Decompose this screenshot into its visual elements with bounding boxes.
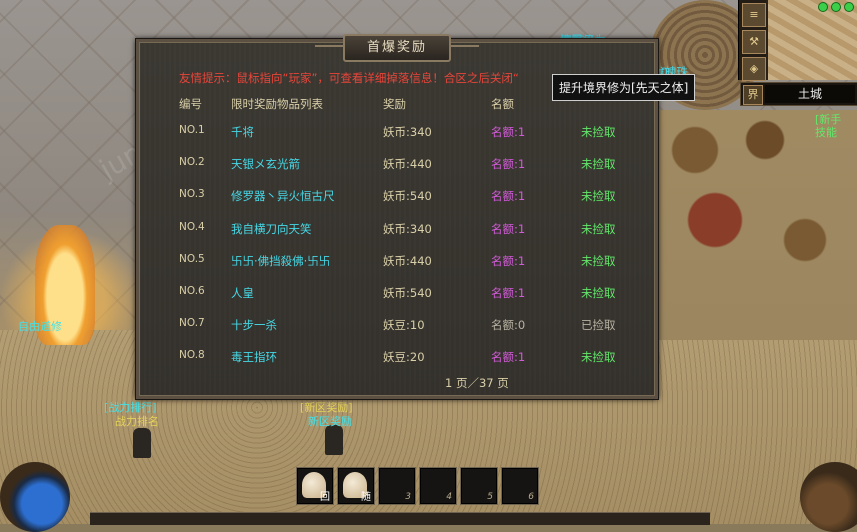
- row-no: NO.2: [179, 156, 205, 169]
- hotbar-slot-number: 5: [487, 492, 493, 502]
- table-row[interactable]: NO.3 修罗器丶异火恒古尺 妖币:540 名额:1 未捡取: [139, 188, 655, 220]
- npc-label-left[interactable]: 自由道修: [18, 320, 62, 333]
- table-row[interactable]: NO.2 天银メ玄光箭 妖币:440 名额:1 未捡取: [139, 156, 655, 188]
- hotbar-slot[interactable]: 回: [296, 467, 334, 505]
- table-row[interactable]: NO.1 千将 妖币:340 名额:1 未捡取: [139, 124, 655, 156]
- row-quota: 名额:1: [491, 285, 526, 300]
- row-quota: 名额:1: [491, 125, 526, 139]
- row-status: 未捡取: [581, 350, 616, 365]
- row-quota: 名额:1: [491, 221, 526, 236]
- hotbar-slot[interactable]: 4: [419, 467, 457, 505]
- row-status: 未捡取: [581, 221, 616, 236]
- world-map-button[interactable]: 界: [743, 85, 763, 105]
- row-quota: 名额:0: [491, 318, 526, 333]
- hotbar-slot-number: 3: [405, 492, 411, 502]
- pickaxe-icon[interactable]: ⚒: [742, 30, 766, 54]
- market-stalls: [655, 110, 857, 340]
- hotbar-slot-label: 随: [361, 492, 371, 503]
- row-reward: 妖币:340: [383, 125, 432, 139]
- row-status: 已捡取: [581, 318, 616, 333]
- newzone-npc-title[interactable]: [新区奖励]: [300, 401, 353, 414]
- rank-npc-title[interactable]: [战力排行]: [104, 401, 157, 414]
- page-indicator: 1 页／37 页: [445, 376, 509, 390]
- skill-hotbar: 回 随 3 4 5 6: [296, 467, 539, 505]
- row-no: NO.5: [179, 252, 205, 265]
- table-row[interactable]: NO.5 卐卐·佛挡殺佛·卐卐 妖币:440 名额:1 未捡取: [139, 253, 655, 285]
- row-status: 未捡取: [581, 189, 616, 204]
- row-quota: 名额:1: [491, 157, 526, 172]
- hotbar-slot-number: 4: [446, 492, 452, 502]
- row-status: 未捡取: [581, 157, 616, 172]
- row-reward: 妖币:340: [383, 221, 432, 236]
- row-status: 未捡取: [581, 285, 616, 300]
- row-item-name[interactable]: 修罗器丶异火恒古尺: [231, 188, 335, 204]
- row-quota: 名额:1: [491, 253, 526, 268]
- row-no: NO.6: [179, 284, 205, 297]
- bottom-bar: [90, 512, 710, 525]
- right-npc-line2[interactable]: 技能: [815, 126, 841, 139]
- hotbar-slot[interactable]: 6: [501, 467, 539, 505]
- hotbar-slot-number: 6: [528, 492, 534, 502]
- rank-npc-sub[interactable]: 战力排名: [115, 415, 159, 428]
- right-npc-label[interactable]: [新手 技能: [815, 113, 841, 139]
- hotbar-slot[interactable]: 随: [337, 467, 375, 505]
- row-reward: 妖币:440: [383, 157, 432, 172]
- header-quota: 名额: [491, 97, 514, 111]
- hotbar-slot-label: 回: [320, 492, 330, 503]
- row-item-name[interactable]: 十步一杀: [231, 317, 277, 333]
- minimap[interactable]: [766, 0, 857, 80]
- table-row[interactable]: NO.6 人皇 妖币:540 名额:1 未捡取: [139, 285, 655, 317]
- hotbar-slot[interactable]: 3: [378, 467, 416, 505]
- newzone-npc-sub[interactable]: 新区奖励: [308, 415, 352, 428]
- header-items: 限时奖励物品列表: [231, 97, 323, 111]
- row-no: NO.8: [179, 349, 205, 362]
- row-no: NO.1: [179, 124, 205, 136]
- header-reward: 奖励: [383, 97, 406, 111]
- hp-orb: [0, 462, 70, 532]
- right-npc-line1[interactable]: [新手: [815, 113, 841, 126]
- row-quota: 名额:1: [491, 350, 526, 365]
- newzone-npc[interactable]: [325, 425, 343, 455]
- table-row[interactable]: NO.8 毒王指环 妖豆:20 名额:1 未捡取: [139, 349, 655, 381]
- row-item-name[interactable]: 卐卐·佛挡殺佛·卐卐: [231, 253, 330, 269]
- map-name: 土城: [765, 85, 855, 103]
- row-reward: 妖币:440: [383, 253, 432, 268]
- reward-table: NO.1 千将 妖币:340 名额:1 未捡取 NO.2 天银メ玄光箭 妖币:440 名额:1 未…: [139, 124, 655, 382]
- hotbar-slot[interactable]: 5: [460, 467, 498, 505]
- row-no: NO.4: [179, 220, 205, 233]
- row-item-name[interactable]: 人皇: [231, 285, 254, 301]
- row-reward: 妖豆:10: [383, 318, 425, 333]
- tooltip: 提升境界修为[先天之体]: [552, 74, 696, 101]
- row-item-name[interactable]: 千将: [231, 124, 254, 140]
- menu-icon[interactable]: ≡: [742, 3, 766, 27]
- header-no: 编号: [179, 97, 202, 111]
- row-reward: 妖豆:20: [383, 350, 425, 365]
- row-no: NO.7: [179, 317, 205, 330]
- panel-title: 首爆奖励: [315, 34, 479, 62]
- row-quota: 名额:1: [491, 189, 526, 204]
- row-status: 未捡取: [581, 125, 616, 139]
- row-status: 未捡取: [581, 253, 616, 268]
- bag-icon[interactable]: ◈: [742, 57, 766, 81]
- status-dots: [818, 2, 854, 12]
- map-name-bar: 界 土城: [740, 82, 857, 106]
- row-reward: 妖币:540: [383, 189, 432, 204]
- table-row[interactable]: NO.7 十步一杀 妖豆:10 名额:0 已捡取: [139, 317, 655, 349]
- row-item-name[interactable]: 天银メ玄光箭: [231, 156, 300, 172]
- row-reward: 妖币:540: [383, 285, 432, 300]
- row-item-name[interactable]: 毒王指环: [231, 349, 277, 365]
- table-row[interactable]: NO.4 我自横刀向天笑 妖币:340 名额:1 未捡取: [139, 221, 655, 253]
- side-buttons: ≡ ⚒ ◈: [738, 0, 767, 81]
- row-item-name[interactable]: 我自横刀向天笑: [231, 221, 312, 237]
- rank-npc[interactable]: [133, 428, 151, 458]
- row-no: NO.3: [179, 188, 205, 201]
